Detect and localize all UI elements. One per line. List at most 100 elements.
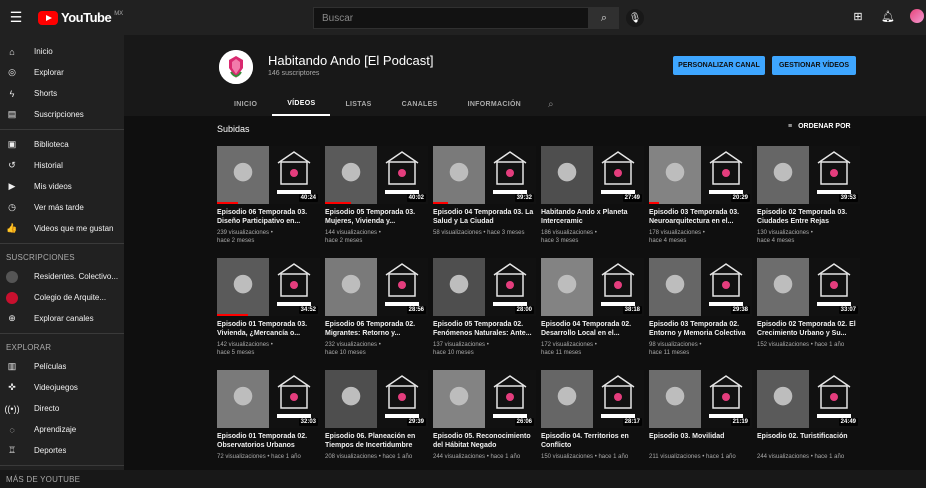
video-title[interactable]: Episodio 06 Temporada 02. Migrantes: Ret… [325,320,428,338]
sort-button[interactable]: ≡ ORDENAR POR [788,123,851,130]
video-thumbnail[interactable]: 26:06 [433,370,536,428]
video-thumbnail[interactable]: 40:02 [325,146,428,204]
sidebar-item-explorar-canales[interactable]: ⊕ Explorar canales [0,308,124,329]
sidebar-item-label: Inicio [34,47,53,56]
video-thumbnail[interactable]: 32:03 [217,370,320,428]
tab-informaci-n[interactable]: INFORMACIÓN [453,92,536,116]
video-card[interactable]: 20:29 Episodio 03 Temporada 03. Neuroarqu… [649,146,752,258]
tab-listas[interactable]: LISTAS [330,92,386,116]
video-thumbnail[interactable]: 39:53 [757,146,860,204]
sidebar-item-label: Mis videos [34,182,72,191]
video-card[interactable]: 32:03 Episodio 01 Temporada 02. Observato… [217,370,320,482]
video-title[interactable]: Habitando Ando x Planeta Interceramic [541,208,644,226]
video-card[interactable]: 39:32 Episodio 04 Temporada 03. La Salud … [433,146,536,258]
notifications-bell-icon[interactable]: 🔔︎ [880,8,896,24]
video-card[interactable]: 28:56 Episodio 06 Temporada 02. Migrantes… [325,258,428,370]
sidebar-item-ver-m-s-tarde[interactable]: ◷ Ver más tarde [0,197,124,218]
video-thumbnail[interactable]: 40:24 [217,146,320,204]
video-card[interactable]: 40:24 Episodio 06 Temporada 03. Diseño Pa… [217,146,320,258]
video-card[interactable]: 34:52 Episodio 01 Temporada 03. Vivienda,… [217,258,320,370]
video-title[interactable]: Episodio 06. Planeación en Tiempos de In… [325,432,428,450]
guest-photo [649,258,701,316]
sidebar-item-explorar[interactable]: ◎ Explorar [0,62,124,83]
video-card[interactable]: 24:49 Episodio 02. Turistificación 244 vis… [757,370,860,482]
video-title[interactable]: Episodio 02 Temporada 03. Ciudades Entre… [757,208,860,226]
video-card[interactable]: 26:06 Episodio 05. Reconocimiento del Háb… [433,370,536,482]
video-card[interactable]: 39:53 Episodio 02 Temporada 03. Ciudades … [757,146,860,258]
video-card[interactable]: 33:07 Episodio 02 Temporada 02. El Crecim… [757,258,860,370]
video-title[interactable]: Episodio 01 Temporada 02. Observatorios … [217,432,320,450]
video-card[interactable]: 21:19 Episodio 03. Movilidad 211 visualiza… [649,370,752,482]
video-thumbnail[interactable]: 29:38 [649,258,752,316]
tab-canales[interactable]: CANALES [387,92,453,116]
video-title[interactable]: Episodio 05 Temporada 02. Fenómenos Natu… [433,320,536,338]
video-card[interactable]: 29:38 Episodio 03 Temporada 02. Entorno y… [649,258,752,370]
search-button[interactable]: ⌕ [589,7,619,29]
sidebar-item-historial[interactable]: ↺ Historial [0,155,124,176]
video-title[interactable]: Episodio 04 Temporada 02. Desarrollo Loc… [541,320,644,338]
guest-photo [541,370,593,428]
sidebar-item-residentes-colectivo[interactable]: Residentes. Colectivo... [0,266,124,287]
video-title[interactable]: Episodio 01 Temporada 03. Vivienda, ¿Mer… [217,320,320,338]
video-age: hace 4 meses [649,238,687,244]
video-title[interactable]: Episodio 04 Temporada 03. La Salud y La … [433,208,536,226]
video-card[interactable]: 38:18 Episodio 04 Temporada 02. Desarroll… [541,258,644,370]
video-duration: 39:53 [838,194,858,202]
video-title[interactable]: Episodio 02 Temporada 02. El Crecimiento… [757,320,860,338]
sidebar-item-label: Videos que me gustan [34,224,114,233]
video-age: hace 10 meses [433,350,474,356]
account-avatar[interactable] [910,9,924,23]
sidebar-item-videos-que-me-gustan[interactable]: 👍 Videos que me gustan [0,218,124,239]
sidebar-item-aprendizaje[interactable]: ◌ Aprendizaje [0,419,124,440]
search-input[interactable]: Buscar [313,7,589,29]
video-title[interactable]: Episodio 02. Turistificación [757,432,860,450]
video-card[interactable]: 28:17 Episodio 04. Territorios en Conflic… [541,370,644,482]
tab-inicio[interactable]: INICIO [219,92,272,116]
sidebar-divider [0,243,124,244]
sidebar-item-pel-culas[interactable]: ▥ Películas [0,356,124,377]
video-thumbnail[interactable]: 24:49 [757,370,860,428]
video-thumbnail[interactable]: 27:49 [541,146,644,204]
customize-channel-button[interactable]: PERSONALIZAR CANAL [673,56,765,75]
video-duration: 28:00 [514,306,534,314]
video-thumbnail[interactable]: 28:00 [433,258,536,316]
video-title[interactable]: Episodio 03 Temporada 02. Entorno y Memo… [649,320,752,338]
video-card[interactable]: 29:39 Episodio 06. Planeación en Tiempos … [325,370,428,482]
video-thumbnail[interactable]: 38:18 [541,258,644,316]
manage-videos-button[interactable]: GESTIONAR VÍDEOS [772,56,856,75]
hamburger-menu-icon[interactable]: ☰ [6,8,26,28]
video-card[interactable]: 40:02 Episodio 05 Temporada 03. Mujeres, … [325,146,428,258]
sidebar-item-colegio-de-arquite[interactable]: Colegio de Arquite... [0,287,124,308]
video-thumbnail[interactable]: 28:56 [325,258,428,316]
video-thumbnail[interactable]: 34:52 [217,258,320,316]
sidebar-item-directo[interactable]: ((•)) Directo [0,398,124,419]
channel-avatar[interactable] [219,50,253,84]
video-title[interactable]: Episodio 05. Reconocimiento del Hábitat … [433,432,536,450]
sidebar-item-videojuegos[interactable]: ✜ Videojuegos [0,377,124,398]
sidebar-item-inicio[interactable]: ⌂ Inicio [0,41,124,62]
sidebar-item-shorts[interactable]: ϟ Shorts [0,83,124,104]
video-title[interactable]: Episodio 03. Movilidad [649,432,752,450]
video-thumbnail[interactable]: 33:07 [757,258,860,316]
sidebar-item-suscripciones[interactable]: ▤ Suscripciones [0,104,124,125]
video-title[interactable]: Episodio 06 Temporada 03. Diseño Partici… [217,208,320,226]
youtube-logo[interactable]: YouTube MX [38,10,123,25]
sidebar-item-mis-videos[interactable]: ▶ Mis videos [0,176,124,197]
video-title[interactable]: Episodio 05 Temporada 03. Mujeres, Vivie… [325,208,428,226]
video-thumbnail[interactable]: 28:17 [541,370,644,428]
microphone-icon[interactable]: 🎙 [626,9,644,27]
create-video-icon[interactable]: ⊞ [850,8,866,24]
guest-photo [757,146,809,204]
video-thumbnail[interactable]: 39:32 [433,146,536,204]
video-title[interactable]: Episodio 04. Territorios en Conflicto [541,432,644,450]
sidebar-item-biblioteca[interactable]: ▣ Biblioteca [0,134,124,155]
video-thumbnail[interactable]: 29:39 [325,370,428,428]
video-thumbnail[interactable]: 21:19 [649,370,752,428]
video-title[interactable]: Episodio 03 Temporada 03. Neuroarquitect… [649,208,752,226]
video-thumbnail[interactable]: 20:29 [649,146,752,204]
tab-v-deos[interactable]: VÍDEOS [272,92,331,116]
video-card[interactable]: 27:49 Habitando Ando x Planeta Interceram… [541,146,644,258]
channel-search-icon[interactable]: ⌕ [536,92,554,116]
video-card[interactable]: 28:00 Episodio 05 Temporada 02. Fenómenos… [433,258,536,370]
sidebar-item-deportes[interactable]: ♖ Deportes [0,440,124,461]
